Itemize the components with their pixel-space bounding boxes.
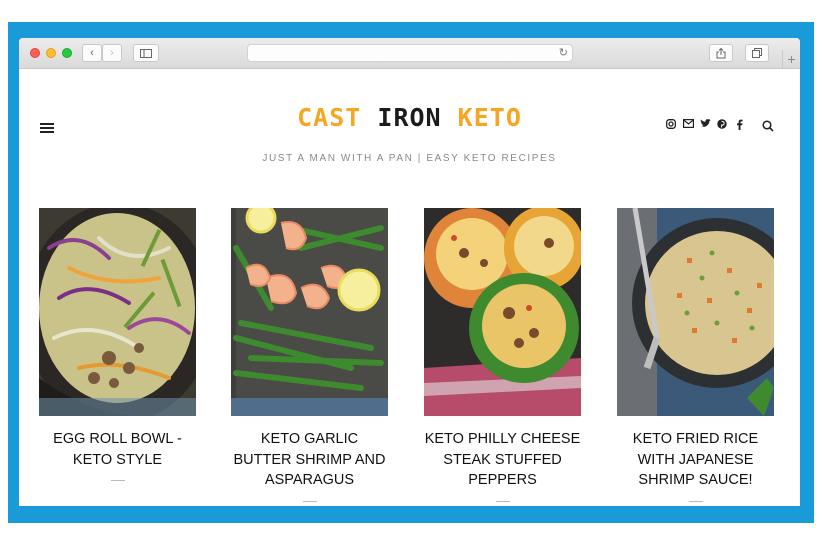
reload-icon[interactable]: ↻ bbox=[559, 46, 568, 59]
plus-icon: + bbox=[787, 51, 796, 67]
post-title[interactable]: EGG ROLL BOWL - KETO STYLE bbox=[39, 429, 196, 470]
close-window-button[interactable] bbox=[30, 48, 40, 58]
facebook-icon[interactable] bbox=[733, 119, 745, 134]
pinterest-icon[interactable] bbox=[716, 119, 728, 134]
post-title[interactable]: KETO PHILLY CHEESE STEAK STUFFED PEPPERS bbox=[424, 429, 581, 491]
divider bbox=[302, 500, 317, 502]
post-image-egg-roll-bowl[interactable] bbox=[39, 208, 196, 416]
post-card[interactable]: KETO PHILLY CHEESE STEAK STUFFED PEPPERS bbox=[424, 208, 581, 502]
page-content: CAST IRON KETO JUST A MAN WITH A PAN | E… bbox=[19, 69, 800, 506]
post-card[interactable]: KETO GARLIC BUTTER SHRIMP AND ASPARAGUS bbox=[231, 208, 388, 502]
instagram-icon[interactable] bbox=[665, 119, 677, 134]
share-icon bbox=[716, 47, 726, 58]
post-image-philly-cheese-peppers[interactable] bbox=[424, 208, 581, 416]
divider bbox=[110, 480, 125, 481]
share-button[interactable] bbox=[709, 44, 733, 62]
social-links bbox=[665, 119, 745, 134]
forward-button[interactable]: › bbox=[102, 44, 122, 62]
site-tagline: JUST A MAN WITH A PAN | EASY KETO RECIPE… bbox=[262, 153, 557, 164]
logo-text-iron: IRON bbox=[377, 103, 442, 132]
minimize-window-button[interactable] bbox=[46, 48, 56, 58]
new-tab-button[interactable]: + bbox=[782, 50, 800, 68]
address-bar[interactable]: ↻ bbox=[247, 44, 573, 62]
logo-text-cast: CAST bbox=[297, 103, 378, 132]
zoom-window-button[interactable] bbox=[62, 48, 72, 58]
divider bbox=[495, 500, 510, 502]
tabs-overview-button[interactable] bbox=[745, 44, 769, 62]
sidebar-icon bbox=[140, 48, 152, 58]
search-icon[interactable] bbox=[762, 119, 774, 132]
browser-toolbar: ‹ › ↻ + bbox=[19, 38, 800, 69]
post-title[interactable]: KETO GARLIC BUTTER SHRIMP AND ASPARAGUS bbox=[231, 429, 388, 491]
twitter-icon[interactable] bbox=[699, 119, 711, 134]
divider bbox=[688, 500, 703, 502]
back-button[interactable]: ‹ bbox=[82, 44, 102, 62]
tabs-icon bbox=[752, 48, 762, 58]
post-image-garlic-butter-shrimp[interactable] bbox=[231, 208, 388, 416]
chevron-left-icon: ‹ bbox=[90, 47, 94, 59]
browser-window: ‹ › ↻ + CAST IRON KETO JUST A MAN WITH A… bbox=[19, 38, 800, 506]
post-title[interactable]: KETO FRIED RICE WITH JAPANESE SHRIMP SAU… bbox=[617, 429, 774, 491]
email-icon[interactable] bbox=[682, 119, 694, 134]
logo-text-keto: KETO bbox=[441, 103, 522, 132]
post-image-keto-fried-rice[interactable] bbox=[617, 208, 774, 416]
sidebar-toggle-button[interactable] bbox=[133, 44, 159, 62]
post-card[interactable]: KETO FRIED RICE WITH JAPANESE SHRIMP SAU… bbox=[617, 208, 774, 502]
chevron-right-icon: › bbox=[110, 47, 114, 59]
post-card[interactable]: EGG ROLL BOWL - KETO STYLE bbox=[39, 208, 196, 481]
